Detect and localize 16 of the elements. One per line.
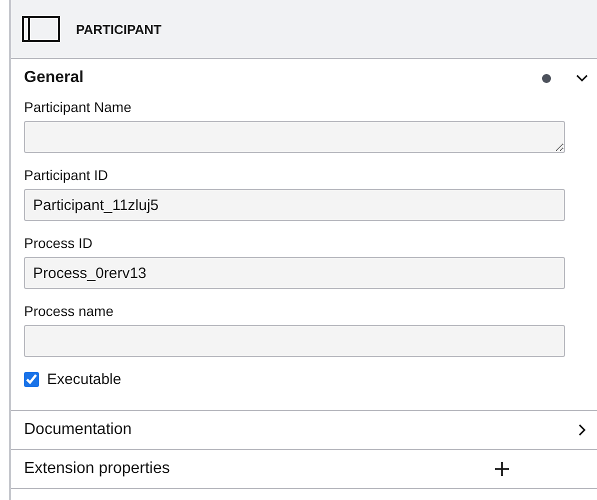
section-title[interactable]: General — [24, 69, 542, 87]
input-field[interactable] — [24, 121, 565, 153]
field-label: Participant Name — [24, 99, 132, 115]
pool-icon — [22, 16, 60, 42]
section-title[interactable]: Documentation — [24, 421, 575, 439]
checkbox-label: Executable — [47, 371, 122, 388]
add-icon[interactable] — [495, 462, 509, 476]
field-label: Participant ID — [24, 167, 110, 183]
section-title[interactable]: Extension properties — [24, 460, 495, 478]
panel-title: PARTICIPANT — [76, 22, 162, 36]
input-field[interactable]: Process_0rerv13 — [24, 257, 565, 289]
checkbox[interactable] — [24, 372, 39, 387]
field-label: Process name — [24, 303, 114, 319]
input-field[interactable] — [24, 325, 565, 357]
field-label: Process ID — [24, 235, 94, 251]
input-field[interactable]: Participant_11zluj5 — [24, 189, 565, 221]
